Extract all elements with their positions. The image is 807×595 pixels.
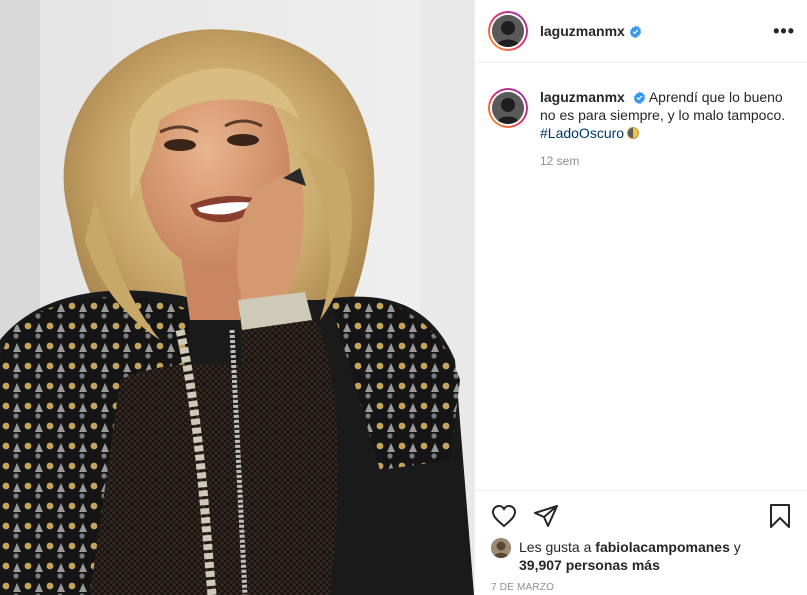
caption-author-avatar[interactable] bbox=[488, 88, 528, 128]
caption-comment: laguzmanmx Aprendí que lo bueno no es pa… bbox=[475, 63, 807, 168]
bookmark-icon[interactable] bbox=[769, 503, 791, 529]
verified-badge-icon bbox=[633, 91, 645, 104]
likes-count[interactable]: 39,907 bbox=[519, 557, 562, 573]
heart-icon[interactable] bbox=[491, 504, 517, 528]
likes-suffix[interactable]: personas más bbox=[566, 557, 660, 573]
author-username[interactable]: laguzmanmx bbox=[540, 23, 625, 39]
likes-and: y bbox=[733, 539, 741, 555]
liker-avatar[interactable] bbox=[491, 538, 511, 558]
liker-username[interactable]: fabiolacampomanes bbox=[595, 539, 730, 555]
likes-prefix: Les gusta a bbox=[519, 539, 592, 555]
half-moon-icon bbox=[627, 127, 640, 139]
caption-username[interactable]: laguzmanmx bbox=[540, 89, 625, 105]
hashtag-link[interactable]: #LadoOscuro bbox=[540, 125, 624, 141]
caption-text: laguzmanmx Aprendí que lo bueno no es pa… bbox=[540, 88, 791, 142]
paper-plane-icon[interactable] bbox=[533, 504, 559, 528]
post-photo[interactable] bbox=[0, 0, 474, 595]
post-actions: Les gusta a fabiolacampomanes y 39,907 p… bbox=[475, 490, 807, 595]
verified-badge-icon bbox=[629, 25, 642, 38]
caption-time[interactable]: 12 sem bbox=[540, 154, 791, 168]
author-avatar[interactable] bbox=[488, 11, 528, 51]
likes-summary: Les gusta a fabiolacampomanes y 39,907 p… bbox=[491, 538, 791, 574]
post-date[interactable]: 7 DE MARZO bbox=[491, 582, 791, 593]
more-options-icon[interactable]: ••• bbox=[773, 18, 795, 44]
post-header: laguzmanmx ••• bbox=[475, 0, 807, 63]
post-side-panel: laguzmanmx ••• laguzmanmx Aprendí que lo… bbox=[474, 0, 807, 595]
